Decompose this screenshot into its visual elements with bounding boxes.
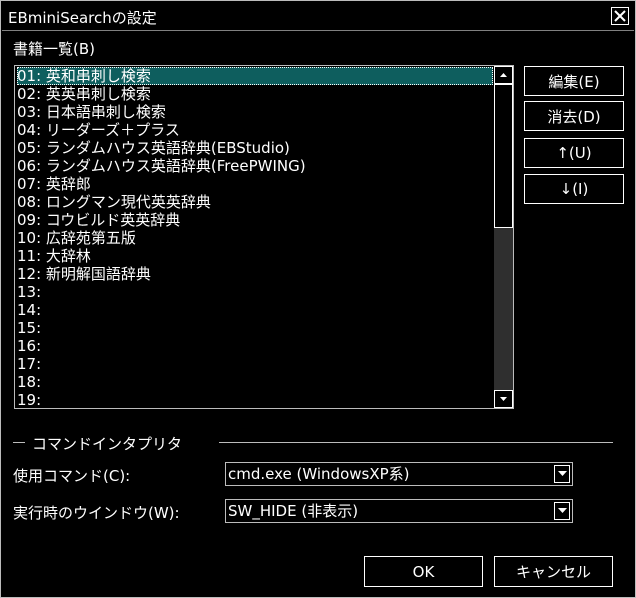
- close-icon: [614, 10, 626, 22]
- window-title: EBminiSearchの設定: [8, 9, 157, 27]
- book-list-item[interactable]: 19:: [17, 391, 493, 408]
- book-list-item[interactable]: 09: コウビルド英英辞典: [17, 211, 493, 229]
- book-list-scrollbar[interactable]: [494, 66, 513, 408]
- book-list-item[interactable]: 16:: [17, 337, 493, 355]
- command-select[interactable]: cmd.exe (WindowsXP系): [225, 462, 573, 486]
- book-list-item[interactable]: 03: 日本語串刺し検索: [17, 103, 493, 121]
- book-list-item[interactable]: 15:: [17, 319, 493, 337]
- settings-dialog: EBminiSearchの設定 書籍一覧(B) 01: 英和串刺し検索 02: 英…: [0, 0, 636, 598]
- book-list-item[interactable]: 01: 英和串刺し検索: [17, 67, 493, 85]
- window-mode-select[interactable]: SW_HIDE (非表示): [225, 499, 573, 523]
- group-divider-left: [13, 442, 25, 443]
- scroll-down-button[interactable]: [494, 390, 513, 408]
- edit-button[interactable]: 編集(E): [524, 66, 624, 96]
- scroll-thumb[interactable]: [494, 84, 513, 228]
- book-list-item[interactable]: 12: 新明解国語辞典: [17, 265, 493, 283]
- book-list-item[interactable]: 06: ランダムハウス英語辞典(FreePWING): [17, 157, 493, 175]
- book-list[interactable]: 01: 英和串刺し検索 02: 英英串刺し検索 03: 日本語串刺し検索 04: リー…: [14, 65, 514, 409]
- chevron-down-icon: [558, 508, 567, 513]
- book-list-item[interactable]: 17:: [17, 355, 493, 373]
- window-mode-label: 実行時のウインドウ(W):: [13, 504, 180, 522]
- window-mode-dropdown-button[interactable]: [554, 502, 570, 520]
- book-list-item[interactable]: 11: 大辞林: [17, 247, 493, 265]
- delete-button[interactable]: 消去(D): [524, 101, 624, 131]
- arrow-up-icon: [500, 73, 507, 77]
- book-list-item[interactable]: 13:: [17, 283, 493, 301]
- move-down-button[interactable]: ↓(I): [524, 174, 624, 204]
- book-list-item[interactable]: 14:: [17, 301, 493, 319]
- book-list-label: 書籍一覧(B): [13, 40, 95, 58]
- scroll-up-button[interactable]: [494, 66, 513, 84]
- book-list-item[interactable]: 05: ランダムハウス英語辞典(EBStudio): [17, 139, 493, 157]
- interpreter-group-label: コマンドインタプリタ: [32, 435, 183, 453]
- command-label: 使用コマンド(C):: [13, 467, 131, 485]
- book-list-item[interactable]: 08: ロングマン現代英英辞典: [17, 193, 493, 211]
- book-list-item[interactable]: 02: 英英串刺し検索: [17, 85, 493, 103]
- command-select-value: cmd.exe (WindowsXP系): [228, 465, 410, 483]
- cancel-button[interactable]: キャンセル: [494, 556, 613, 587]
- book-list-item[interactable]: 10: 広辞苑第五版: [17, 229, 493, 247]
- arrow-down-icon: [500, 397, 507, 401]
- book-list-item[interactable]: 18:: [17, 373, 493, 391]
- scroll-track[interactable]: [494, 228, 513, 390]
- chevron-down-icon: [558, 471, 567, 476]
- title-bar: EBminiSearchの設定: [2, 2, 634, 31]
- close-button[interactable]: [611, 7, 629, 25]
- group-divider-right: [219, 442, 613, 443]
- book-list-item[interactable]: 04: リーダーズ＋プラス: [17, 121, 493, 139]
- ok-button[interactable]: OK: [364, 556, 483, 587]
- book-list-item[interactable]: 07: 英辞郎: [17, 175, 493, 193]
- window-mode-select-value: SW_HIDE (非表示): [228, 502, 359, 520]
- command-dropdown-button[interactable]: [554, 465, 570, 483]
- move-up-button[interactable]: ↑(U): [524, 138, 624, 168]
